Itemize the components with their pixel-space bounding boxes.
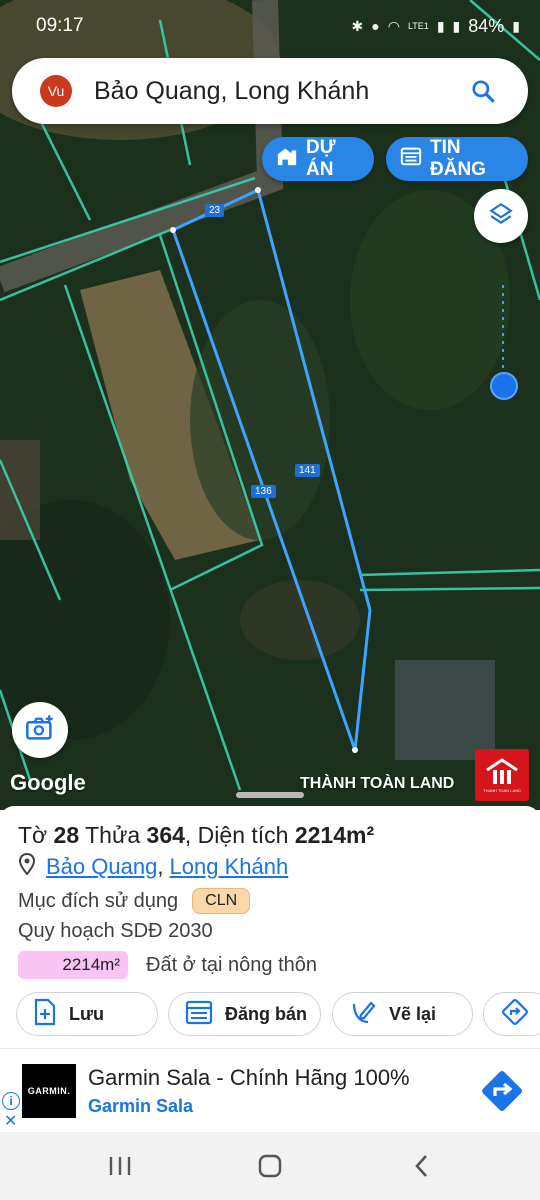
ward-link[interactable]: Bảo Quang	[46, 854, 157, 879]
city-link[interactable]: Long Khánh	[170, 854, 289, 879]
search-bar[interactable]: Vu Bảo Quang, Long Khánh	[12, 58, 528, 124]
location-pin-icon	[18, 852, 36, 881]
recent-apps-icon	[109, 1157, 131, 1175]
lot-number: 364	[146, 822, 185, 848]
home-button[interactable]	[250, 1150, 290, 1182]
parcel-title: Tờ 28 Thửa 364, Diện tích 2214m²	[18, 822, 374, 849]
planning-area-badge: 2214m²	[18, 951, 128, 979]
planning-label: Quy hoạch SDĐ 2030	[18, 920, 213, 942]
status-bar: 09:17 ✱ ● ◠ LTE1 ▮ ▮ 84% ▮	[0, 0, 540, 52]
battery-level: 84%	[468, 15, 505, 36]
area-prefix: , Diện tích	[184, 822, 289, 848]
sheet-drag-handle[interactable]	[236, 792, 304, 798]
parcel-address: Bảo Quang, Long Khánh	[18, 852, 289, 881]
system-nav-bar	[0, 1132, 540, 1200]
ad-directions-icon[interactable]	[478, 1067, 526, 1115]
land-use-row: Mục đích sử dụng CLN	[18, 888, 251, 914]
home-icon	[258, 1154, 282, 1178]
google-watermark: Google	[10, 770, 86, 795]
redraw-button[interactable]: Vẽ lại	[332, 992, 473, 1036]
add-file-icon	[33, 998, 57, 1031]
land-use-label: Mục đích sử dụng	[18, 889, 179, 912]
my-location-dot	[490, 372, 518, 400]
calendar-list-icon	[400, 145, 422, 173]
lot-prefix: Thửa	[85, 822, 141, 848]
sell-button-label: Đăng bán	[225, 1003, 308, 1024]
lot-label: 136	[251, 485, 276, 498]
house-logo-icon	[486, 757, 518, 784]
layers-button[interactable]	[474, 189, 528, 243]
projects-chip[interactable]: DỰ ÁN	[262, 137, 374, 181]
calendar-list-icon	[185, 999, 213, 1030]
battery-icon: ▮	[512, 17, 520, 34]
ad-close-icon[interactable]: ✕	[4, 1111, 17, 1131]
brand-logo-text: THANH TOAN LAND	[483, 787, 521, 793]
lot-label: 141	[295, 464, 320, 477]
action-buttons: Lưu Đăng bán Vẽ lại	[16, 992, 540, 1038]
ad-brand-logo: GARMIN.	[22, 1064, 76, 1118]
ad-banner[interactable]: GARMIN. Garmin Sala - Chính Hãng 100% Ga…	[0, 1048, 540, 1132]
brand-logo[interactable]: THANH TOAN LAND	[475, 749, 529, 801]
map-view[interactable]: 23 141 136 09:17 ✱ ● ◠ LTE1 ▮ ▮ 84% ▮ Vu…	[0, 0, 540, 810]
add-photo-button[interactable]	[12, 702, 68, 758]
building-icon	[276, 145, 298, 173]
back-button[interactable]	[402, 1150, 442, 1182]
planning-type: Đất ở tại nông thôn	[146, 953, 318, 976]
brand-text: THÀNH TOÀN LAND	[300, 775, 455, 792]
planning-row: 2214m² Đất ở tại nông thôn	[18, 951, 317, 979]
location-pin-icon: ●	[371, 18, 380, 34]
parcel-area: 2214m²	[294, 822, 375, 848]
back-icon	[415, 1155, 427, 1177]
land-use-badge: CLN	[192, 888, 251, 914]
directions-icon	[500, 997, 530, 1032]
sheet-number: 28	[53, 822, 80, 848]
signal-icon: ▮	[452, 17, 461, 34]
listings-chip-label: TIN ĐĂNG	[430, 137, 486, 180]
status-time: 09:17	[36, 15, 84, 36]
ad-subtitle[interactable]: Garmin Sala	[88, 1096, 193, 1117]
save-button-label: Lưu	[69, 1003, 105, 1024]
search-icon[interactable]	[460, 68, 506, 114]
lot-label: 23	[205, 204, 225, 217]
add-photo-icon	[25, 714, 55, 747]
layers-icon	[488, 201, 514, 232]
avatar[interactable]: Vu	[40, 75, 72, 107]
ad-title[interactable]: Garmin Sala - Chính Hãng 100%	[88, 1065, 410, 1091]
sheet-prefix: Tờ	[18, 822, 48, 848]
save-button[interactable]: Lưu	[16, 992, 158, 1036]
directions-button[interactable]	[483, 992, 540, 1036]
draw-icon	[349, 998, 377, 1031]
projects-chip-label: DỰ ÁN	[306, 137, 336, 180]
redraw-button-label: Vẽ lại	[389, 1003, 437, 1024]
recent-apps-button[interactable]	[100, 1150, 140, 1182]
sell-button[interactable]: Đăng bán	[168, 992, 321, 1036]
wifi-icon: ◠	[387, 17, 400, 34]
listings-chip[interactable]: TIN ĐĂNG	[386, 137, 528, 181]
bluetooth-icon: ✱	[351, 17, 364, 34]
network-type: LTE1	[407, 21, 429, 31]
ad-info-icon[interactable]: i	[2, 1092, 20, 1110]
signal-icon: ▮	[436, 17, 445, 34]
search-query[interactable]: Bảo Quang, Long Khánh	[94, 77, 460, 106]
